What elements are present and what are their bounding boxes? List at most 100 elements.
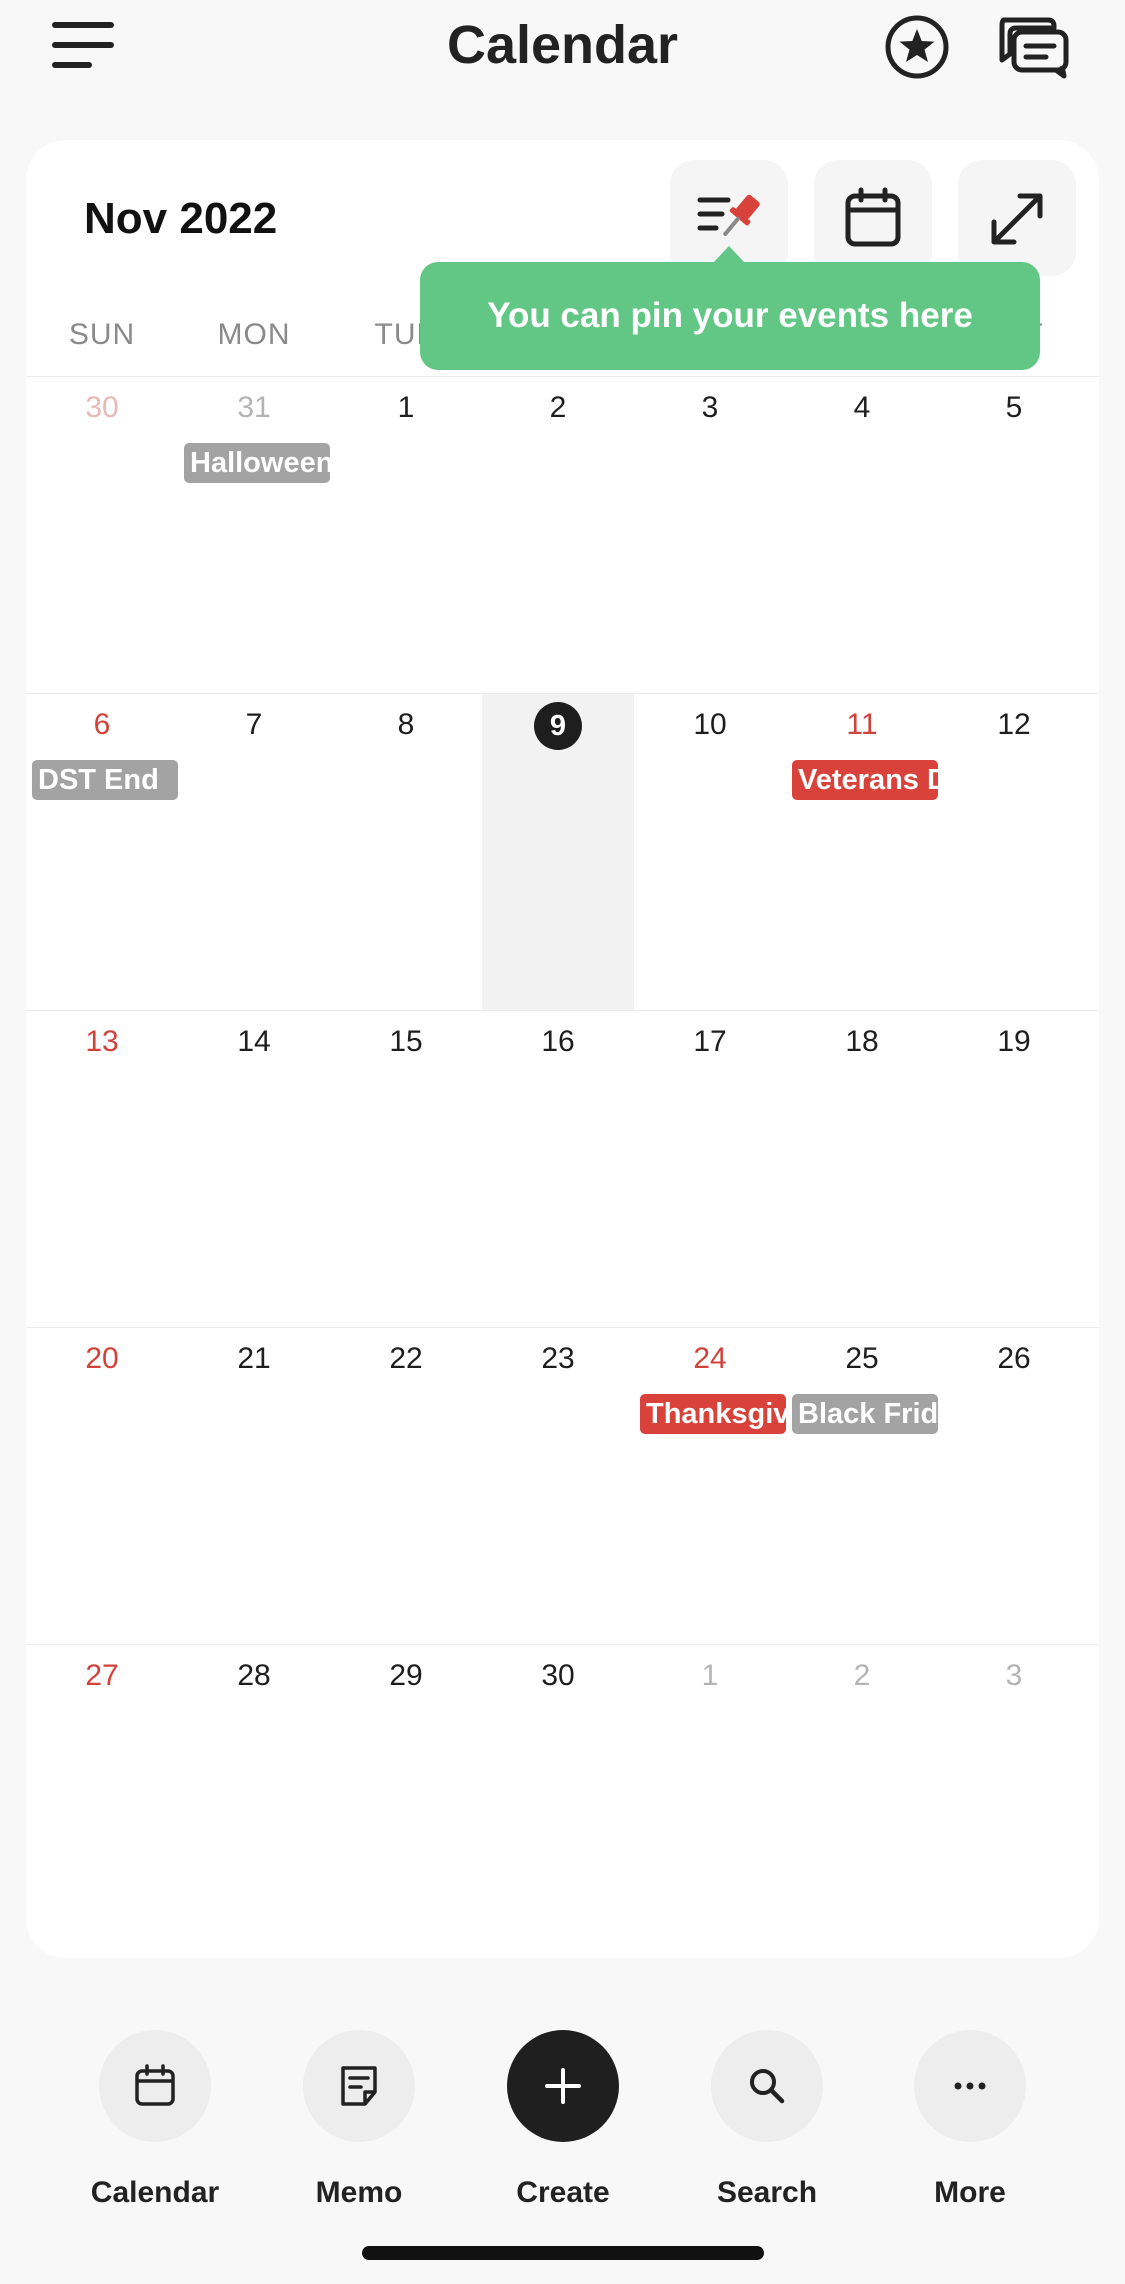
- day-cell[interactable]: 23: [482, 1328, 634, 1645]
- more-dots-icon: [954, 2082, 986, 2090]
- day-number: 15: [389, 1025, 423, 1058]
- month-label[interactable]: Nov 2022: [84, 194, 277, 244]
- bottom-nav: Calendar Memo Create Search More: [0, 2030, 1125, 2230]
- day-cell[interactable]: 9: [482, 694, 634, 1011]
- weekday-mon: MON: [217, 318, 291, 351]
- day-cell[interactable]: 17: [634, 1011, 786, 1328]
- day-number: 10: [693, 708, 727, 741]
- day-number: 18: [845, 1025, 879, 1058]
- day-cell[interactable]: 16: [482, 1011, 634, 1328]
- pin-tooltip[interactable]: You can pin your events here: [420, 262, 1040, 370]
- event-chip[interactable]: Veterans Day: [792, 760, 938, 800]
- day-cell[interactable]: 12: [938, 694, 1090, 1011]
- nav-create[interactable]: Create: [478, 2030, 648, 2230]
- day-number: 23: [541, 1342, 575, 1375]
- day-number: 30: [85, 391, 119, 424]
- week-row: 27 28 29 30 1 2 3: [26, 1644, 1099, 1961]
- day-cell[interactable]: 31 Halloween: [178, 377, 330, 694]
- week-row: 20 21 22 23 24 Thanksgiving 25 Black Friday 26: [26, 1327, 1099, 1644]
- month-view-button[interactable]: [814, 160, 932, 276]
- nav-label: Memo: [315, 2176, 403, 2209]
- day-number: 8: [397, 708, 415, 741]
- day-number: 28: [237, 1659, 271, 1692]
- expand-button[interactable]: [958, 160, 1076, 276]
- nav-more[interactable]: More: [885, 2030, 1055, 2230]
- day-cell[interactable]: 3: [634, 377, 786, 694]
- expand-arrows-icon: [991, 193, 1043, 245]
- day-cell[interactable]: 11 Veterans Day: [786, 694, 938, 1011]
- day-cell[interactable]: 26: [938, 1328, 1090, 1645]
- nav-label: Calendar: [90, 2176, 220, 2209]
- list-pin-icon: [697, 194, 760, 236]
- day-cell[interactable]: 13: [26, 1011, 178, 1328]
- day-number: 31: [237, 391, 271, 424]
- day-cell[interactable]: 4: [786, 377, 938, 694]
- day-cell[interactable]: 2: [786, 1645, 938, 1962]
- nav-memo-circle: [303, 2030, 415, 2142]
- day-cell[interactable]: 1: [634, 1645, 786, 1962]
- day-cell[interactable]: 7: [178, 694, 330, 1011]
- calendar-icon: [845, 187, 901, 247]
- day-cell[interactable]: 21: [178, 1328, 330, 1645]
- day-number: 22: [389, 1342, 423, 1375]
- day-number: 14: [237, 1025, 271, 1058]
- day-cell[interactable]: 15: [330, 1011, 482, 1328]
- day-cell[interactable]: 1: [330, 377, 482, 694]
- today-marker: 9: [534, 702, 582, 750]
- day-cell[interactable]: 27: [26, 1645, 178, 1962]
- nav-label: Create: [516, 2176, 610, 2209]
- day-number: 13: [85, 1025, 119, 1058]
- day-number: 26: [997, 1342, 1031, 1375]
- day-cell[interactable]: 2: [482, 377, 634, 694]
- calendar-icon: [135, 2064, 175, 2106]
- day-cell[interactable]: 8: [330, 694, 482, 1011]
- day-number: 2: [853, 1659, 871, 1692]
- search-icon: [750, 2069, 785, 2104]
- day-number: 4: [853, 391, 871, 424]
- day-number: 19: [997, 1025, 1031, 1058]
- day-cell[interactable]: 30: [482, 1645, 634, 1962]
- weekday-sun: SUN: [68, 318, 136, 351]
- day-cell[interactable]: 14: [178, 1011, 330, 1328]
- nav-calendar-circle: [99, 2030, 211, 2142]
- day-cell[interactable]: 19: [938, 1011, 1090, 1328]
- event-chip[interactable]: Black Friday: [792, 1394, 938, 1434]
- tooltip-arrow: [713, 246, 745, 263]
- day-number: 7: [245, 708, 263, 741]
- day-number: 30: [541, 1659, 575, 1692]
- day-cell[interactable]: 25 Black Friday: [786, 1328, 938, 1645]
- day-number: 6: [93, 708, 111, 741]
- event-chip[interactable]: Thanksgiving: [640, 1394, 786, 1434]
- chat-bubbles-icon[interactable]: [996, 14, 1072, 80]
- nav-calendar[interactable]: Calendar: [70, 2030, 240, 2230]
- day-number: 5: [1005, 391, 1023, 424]
- day-cell[interactable]: 10: [634, 694, 786, 1011]
- day-number: 11: [846, 708, 878, 741]
- page-title: Calendar: [446, 15, 679, 75]
- event-chip[interactable]: Halloween: [184, 443, 330, 483]
- event-chip[interactable]: DST End: [32, 760, 178, 800]
- nav-search[interactable]: Search: [682, 2030, 852, 2230]
- calendar-card: Nov 2022 SUNMONTUEWEDTHUFRISAT 3031: [26, 140, 1099, 1958]
- day-cell[interactable]: 30: [26, 377, 178, 694]
- day-number: 29: [389, 1659, 423, 1692]
- day-number: 1: [701, 1659, 719, 1692]
- day-cell[interactable]: 3: [938, 1645, 1090, 1962]
- home-indicator: [362, 2246, 764, 2260]
- day-cell[interactable]: 20: [26, 1328, 178, 1645]
- day-cell[interactable]: 29: [330, 1645, 482, 1962]
- week-row: 6 DST End 7 8 9 10 11 Veterans Day 12: [26, 693, 1099, 1011]
- week-row: 13 14 15 16 17 18 19: [26, 1010, 1099, 1327]
- day-cell[interactable]: 22: [330, 1328, 482, 1645]
- day-cell[interactable]: 28: [178, 1645, 330, 1962]
- day-number: 25: [845, 1342, 879, 1375]
- day-number: 20: [85, 1342, 119, 1375]
- day-cell[interactable]: 6 DST End: [26, 694, 178, 1011]
- nav-label: More: [934, 2176, 1006, 2209]
- nav-label: Search: [716, 2176, 818, 2209]
- day-cell[interactable]: 18: [786, 1011, 938, 1328]
- day-cell[interactable]: 5: [938, 377, 1090, 694]
- star-circle-icon[interactable]: [884, 14, 950, 80]
- day-cell[interactable]: 24 Thanksgiving: [634, 1328, 786, 1645]
- nav-memo[interactable]: Memo: [274, 2030, 444, 2230]
